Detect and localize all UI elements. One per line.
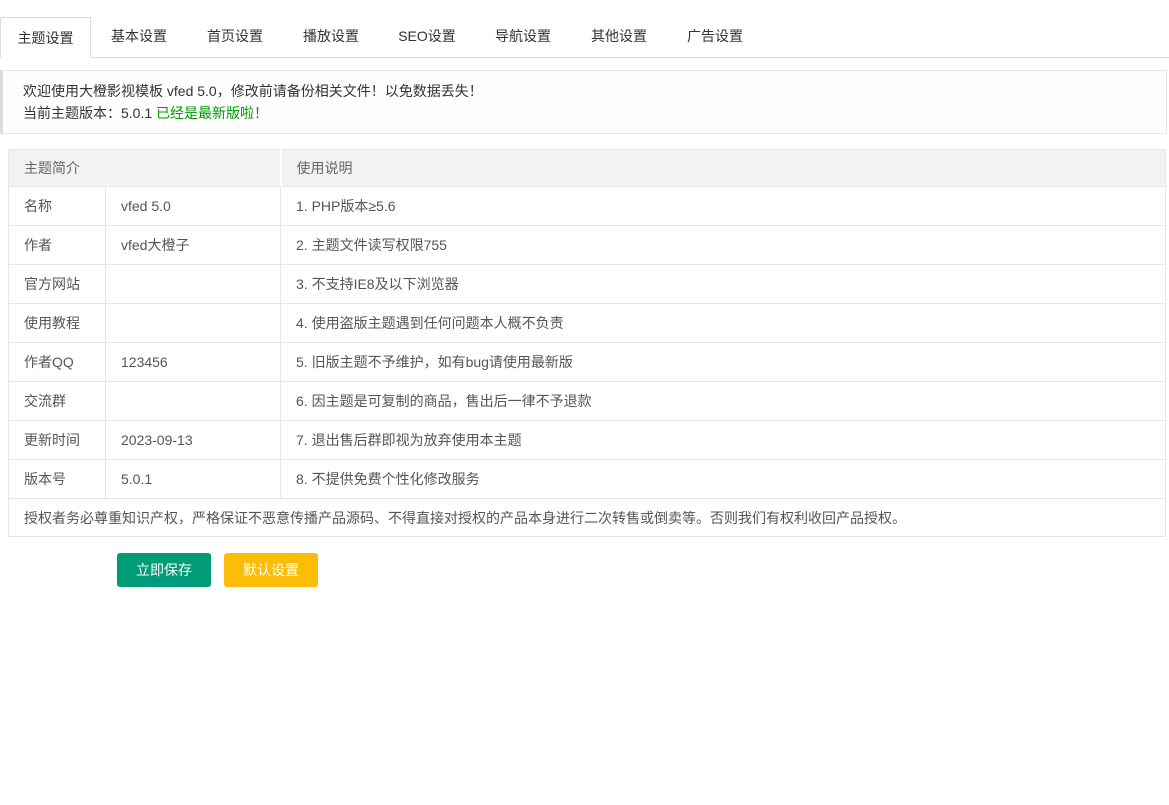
row-value: 5.0.1 — [106, 460, 281, 499]
table-header-row: 主题简介 使用说明 — [9, 150, 1166, 187]
row-label: 版本号 — [9, 460, 106, 499]
settings-tabs: 主题设置 基本设置 首页设置 播放设置 SEO设置 导航设置 其他设置 广告设置 — [0, 0, 1169, 58]
theme-info-table: 主题简介 使用说明 名称 vfed 5.0 1. PHP版本≥5.6 作者 vf… — [8, 149, 1166, 537]
row-value: 2023-09-13 — [106, 421, 281, 460]
header-theme-intro: 主题简介 — [9, 150, 281, 187]
tab-basic-settings[interactable]: 基本设置 — [91, 16, 187, 57]
usage-note: 8. 不提供免费个性化修改服务 — [281, 460, 1166, 499]
usage-note: 1. PHP版本≥5.6 — [281, 187, 1166, 226]
latest-version-badge: 已经是最新版啦！ — [156, 105, 268, 121]
table-row: 交流群 6. 因主题是可复制的商品，售出后一律不予退款 — [9, 382, 1166, 421]
table-row: 使用教程 4. 使用盗版主题遇到任何问题本人概不负责 — [9, 304, 1166, 343]
table-row: 作者 vfed大橙子 2. 主题文件读写权限755 — [9, 226, 1166, 265]
form-actions: 立即保存 默认设置 — [117, 553, 1169, 587]
tab-nav-settings[interactable]: 导航设置 — [475, 16, 571, 57]
usage-note: 4. 使用盗版主题遇到任何问题本人概不负责 — [281, 304, 1166, 343]
header-usage-notes: 使用说明 — [281, 150, 1166, 187]
tab-other-settings[interactable]: 其他设置 — [571, 16, 667, 57]
usage-note: 2. 主题文件读写权限755 — [281, 226, 1166, 265]
row-label: 名称 — [9, 187, 106, 226]
tab-theme-settings[interactable]: 主题设置 — [0, 17, 91, 58]
table-row: 更新时间 2023-09-13 7. 退出售后群即视为放弃使用本主题 — [9, 421, 1166, 460]
usage-note: 7. 退出售后群即视为放弃使用本主题 — [281, 421, 1166, 460]
tab-seo-settings[interactable]: SEO设置 — [379, 16, 475, 57]
current-version-text: 当前主题版本：5.0.1 — [23, 105, 152, 121]
row-value: 123456 — [106, 343, 281, 382]
row-label: 使用教程 — [9, 304, 106, 343]
row-value — [106, 304, 281, 343]
copyright-disclaimer: 授权者务必尊重知识产权，严格保证不恶意传播产品源码、不得直接对授权的产品本身进行… — [9, 499, 1166, 537]
row-label: 作者QQ — [9, 343, 106, 382]
row-value — [106, 382, 281, 421]
usage-note: 3. 不支持IE8及以下浏览器 — [281, 265, 1166, 304]
tab-home-settings[interactable]: 首页设置 — [187, 16, 283, 57]
row-label: 作者 — [9, 226, 106, 265]
default-settings-button[interactable]: 默认设置 — [224, 553, 318, 587]
tab-play-settings[interactable]: 播放设置 — [283, 16, 379, 57]
usage-note: 5. 旧版主题不予维护，如有bug请使用最新版 — [281, 343, 1166, 382]
notice-line-2: 当前主题版本：5.0.1 已经是最新版啦！ — [23, 102, 1146, 124]
table-row: 作者QQ 123456 5. 旧版主题不予维护，如有bug请使用最新版 — [9, 343, 1166, 382]
table-row: 版本号 5.0.1 8. 不提供免费个性化修改服务 — [9, 460, 1166, 499]
save-button[interactable]: 立即保存 — [117, 553, 211, 587]
usage-note: 6. 因主题是可复制的商品，售出后一律不予退款 — [281, 382, 1166, 421]
row-value: vfed 5.0 — [106, 187, 281, 226]
table-row: 名称 vfed 5.0 1. PHP版本≥5.6 — [9, 187, 1166, 226]
row-label: 官方网站 — [9, 265, 106, 304]
row-value: vfed大橙子 — [106, 226, 281, 265]
welcome-notice: 欢迎使用大橙影视模板 vfed 5.0，修改前请备份相关文件！以免数据丢失！ 当… — [0, 70, 1167, 134]
row-label: 交流群 — [9, 382, 106, 421]
row-value — [106, 265, 281, 304]
row-label: 更新时间 — [9, 421, 106, 460]
table-footer-row: 授权者务必尊重知识产权，严格保证不恶意传播产品源码、不得直接对授权的产品本身进行… — [9, 499, 1166, 537]
notice-line-1: 欢迎使用大橙影视模板 vfed 5.0，修改前请备份相关文件！以免数据丢失！ — [23, 80, 1146, 102]
table-row: 官方网站 3. 不支持IE8及以下浏览器 — [9, 265, 1166, 304]
tab-ad-settings[interactable]: 广告设置 — [667, 16, 763, 57]
